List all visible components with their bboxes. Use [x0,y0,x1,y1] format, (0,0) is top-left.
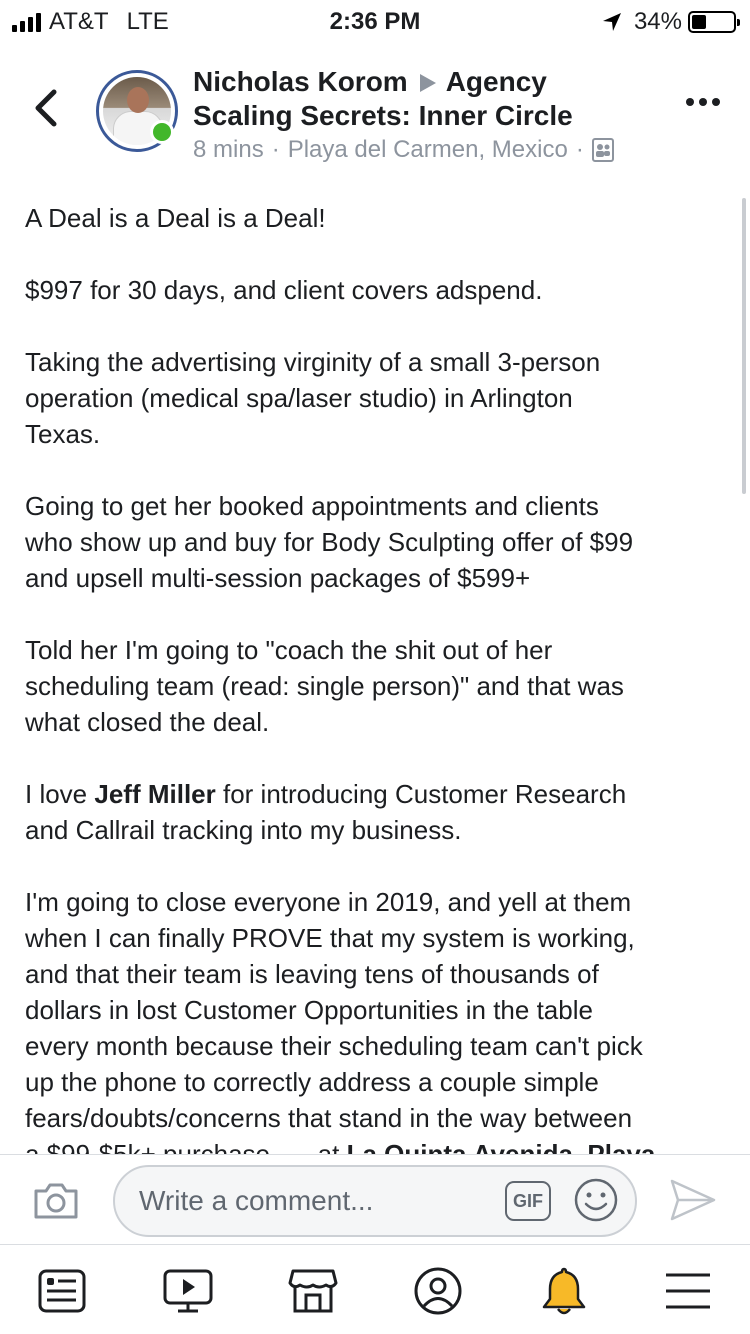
send-icon[interactable] [668,1177,718,1223]
post-line: Told her I'm going to "coach the shit ou… [25,635,553,665]
post-line: every month because their scheduling tea… [25,1031,643,1061]
post-line: and that their team is leaving tens of t… [25,959,599,989]
status-right: 34% [602,8,740,36]
post-line: and upsell multi-session packages of $59… [25,563,531,593]
group-name-part-1[interactable]: Agency [446,66,547,97]
post-line: scheduling team (read: single person)" a… [25,671,624,701]
place-link[interactable]: La Quinta Avenida, Playa [347,1139,656,1154]
mention-link[interactable]: Jeff Miller [94,779,215,809]
post-line: A Deal is a Deal is a Deal! [25,203,326,233]
news-feed-tab[interactable] [36,1265,88,1317]
post-header: Nicholas Korom Agency Scaling Secrets: In… [0,58,750,178]
meta-separator: · [575,136,584,163]
comment-input[interactable]: Write a comment... GIF [113,1165,637,1237]
marketplace-tab[interactable] [287,1265,339,1317]
watch-tab[interactable] [162,1265,214,1317]
comment-bar: Write a comment... GIF [0,1154,750,1244]
post-line: a $99-$5k+ purchase. — at [25,1139,347,1154]
notifications-tab[interactable] [538,1265,590,1317]
post-line: Texas. [25,419,101,449]
post-line: I'm going to close everyone in 2019, and… [25,887,632,917]
post-line: Taking the advertising virginity of a sm… [25,347,601,377]
emoji-icon[interactable] [573,1177,619,1223]
post-line: up the phone to correctly address a coup… [25,1067,599,1097]
post-line: and Callrail tracking into my business. [25,815,462,845]
post-paragraph: Taking the advertising virginity of a sm… [25,344,730,452]
scrollbar[interactable] [742,198,746,494]
post-paragraph: $997 for 30 days, and client covers adsp… [25,272,730,308]
post-line: I love [25,779,95,809]
battery-icon [688,11,740,33]
watch-icon [163,1269,213,1313]
status-bar: AT&T LTE 2:36 PM 34% [0,0,750,40]
post-paragraph: A Deal is a Deal is a Deal! [25,200,730,236]
author-name[interactable]: Nicholas Korom [193,66,408,97]
post-paragraph: I love Jeff Miller for introducing Custo… [25,776,730,848]
post-time[interactable]: 8 mins [193,136,264,164]
profile-icon [414,1267,462,1315]
battery-fill [692,15,706,29]
online-status-dot [150,120,174,144]
post-line: when I can finally PROVE that my system … [25,923,635,953]
notifications-icon [542,1267,586,1315]
post-line: fears/doubts/concerns that stand in the … [25,1103,633,1133]
camera-icon[interactable] [32,1181,80,1221]
post-line: what closed the deal. [25,707,270,737]
post-line: operation (medical spa/laser studio) in … [25,383,573,413]
post-line: for introducing Customer Research [215,779,627,809]
more-options-icon[interactable] [686,98,720,106]
post-line: Going to get her booked appointments and… [25,491,599,521]
post-paragraph: Going to get her booked appointments and… [25,488,730,596]
post-meta: 8 mins · Playa del Carmen, Mexico · [193,136,614,164]
post-line: $997 for 30 days, and client covers adsp… [25,275,543,305]
post-paragraph: Told her I'm going to "coach the shit ou… [25,632,730,740]
news-feed-icon [38,1269,86,1313]
marketplace-icon [288,1269,338,1313]
group-audience-icon [591,138,614,162]
shared-to-arrow-icon [419,73,436,92]
back-arrow-icon[interactable] [30,88,62,128]
post-text: A Deal is a Deal is a Deal! $997 for 30 … [25,200,730,1154]
menu-tab[interactable] [662,1265,714,1317]
group-name-part-2[interactable]: Scaling Secrets: Inner Circle [193,100,573,132]
profile-tab[interactable] [412,1265,464,1317]
meta-separator: · [271,136,280,163]
gif-button[interactable]: GIF [505,1181,551,1221]
post-line: who show up and buy for Body Sculpting o… [25,527,634,557]
post-title-line-1: Nicholas Korom Agency [193,66,547,98]
post-line: dollars in lost Customer Opportunities i… [25,995,593,1025]
menu-icon [666,1273,710,1309]
comment-placeholder: Write a comment... [139,1185,374,1216]
post-location[interactable]: Playa del Carmen, Mexico [288,136,568,164]
battery-percent: 34% [633,8,682,35]
post-paragraph: I'm going to close everyone in 2019, and… [25,884,730,1154]
bottom-tab-bar [0,1244,750,1334]
location-arrow-icon [602,13,621,31]
